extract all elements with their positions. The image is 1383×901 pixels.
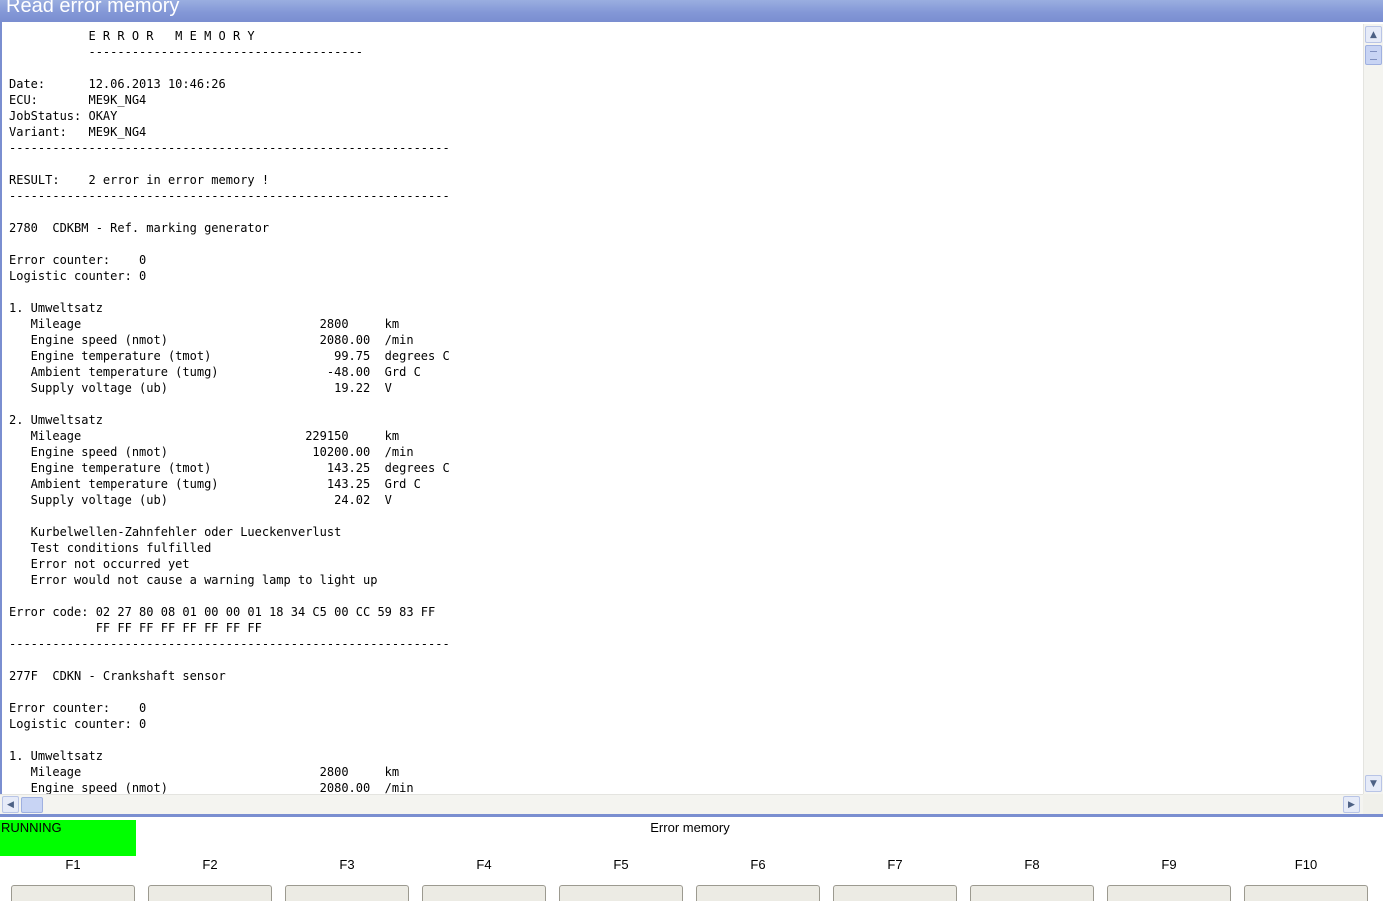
window-title-bar[interactable]: Read error memory (0, 0, 1383, 22)
function-button-f4[interactable] (422, 885, 546, 901)
function-key-label-f3: F3 (339, 857, 355, 872)
report-line (9, 684, 450, 700)
function-key-label-f9: F9 (1161, 857, 1177, 872)
report-line: ----------------------------------------… (9, 637, 450, 651)
report-line: ----------------------------------------… (9, 189, 450, 203)
report-line: Mileage 2800 km (9, 317, 400, 331)
scroll-left-icon[interactable]: ◀ (2, 796, 19, 813)
scrollbar-corner (1363, 794, 1383, 814)
report-line (9, 396, 450, 412)
vertical-scroll-thumb[interactable] (1365, 45, 1382, 65)
report-line: Supply voltage (ub) 19.22 V (9, 381, 392, 395)
report-line: Error counter: 0 (9, 253, 147, 267)
report-line: RESULT: 2 error in error memory ! (9, 173, 270, 187)
report-line: JobStatus: OKAY (9, 109, 118, 123)
report-line: Test conditions fulfilled (9, 541, 212, 555)
report-line: Logistic counter: 0 (9, 717, 147, 731)
report-line: 2780 CDKBM - Ref. marking generator (9, 221, 270, 235)
function-key-label-f1: F1 (65, 857, 81, 872)
report-line (9, 156, 450, 172)
report-line: ----------------------------------------… (9, 141, 450, 155)
function-key-label-f10: F10 (1294, 857, 1318, 872)
function-key-label-f2: F2 (202, 857, 218, 872)
report-line: Error counter: 0 (9, 701, 147, 715)
report-line: Date: 12.06.2013 10:46:26 (9, 77, 226, 91)
report-line: Kurbelwellen-Zahnfehler oder Lueckenverl… (9, 525, 342, 539)
function-key-label-f6: F6 (750, 857, 766, 872)
status-title: Error memory (650, 820, 730, 835)
horizontal-scroll-thumb[interactable] (21, 797, 43, 813)
report-line: Engine temperature (tmot) 143.25 degrees… (9, 461, 450, 475)
function-button-f6[interactable] (696, 885, 820, 901)
horizontal-scrollbar[interactable]: ◀ ▶ (0, 794, 1363, 814)
report-line: Engine temperature (tmot) 99.75 degrees … (9, 349, 450, 363)
report-view[interactable]: E R R O R M E M O R Y ------------------… (2, 24, 1363, 794)
status-panel: RUNNING Error memory F1 F2 F3 F4 F5 F6 F7 F8 F9 F… (0, 817, 1383, 901)
report-line: Engine speed (nmot) 2080.00 /min (9, 333, 414, 347)
window-title: Read error memory (6, 0, 180, 17)
function-button-f10[interactable] (1244, 885, 1368, 901)
report-line: 2. Umweltsatz (9, 413, 103, 427)
report-line (9, 732, 450, 748)
function-button-f9[interactable] (1107, 885, 1231, 901)
report-line: Error not occurred yet (9, 557, 190, 571)
function-key-label-f8: F8 (1024, 857, 1040, 872)
report-line: Mileage 2800 km (9, 765, 400, 779)
scroll-up-icon[interactable]: ▲ (1365, 26, 1382, 43)
report-line (9, 508, 450, 524)
running-status-badge: RUNNING (0, 820, 136, 856)
report-line: FF FF FF FF FF FF FF FF (9, 621, 262, 635)
report-line: 1. Umweltsatz (9, 749, 103, 763)
report-line (9, 652, 450, 668)
report-line: Engine speed (nmot) 10200.00 /min (9, 445, 414, 459)
report-line: Ambient temperature (tumg) -48.00 Grd C (9, 365, 421, 379)
report-line: Mileage 229150 km (9, 429, 400, 443)
report-line: Ambient temperature (tumg) 143.25 Grd C (9, 477, 421, 491)
error-memory-report: E R R O R M E M O R Y ------------------… (9, 28, 450, 794)
function-button-f1[interactable] (11, 885, 135, 901)
report-line: Supply voltage (ub) 24.02 V (9, 493, 392, 507)
report-line: ECU: ME9K_NG4 (9, 93, 147, 107)
function-key-label-f5: F5 (613, 857, 629, 872)
function-button-f3[interactable] (285, 885, 409, 901)
report-line (9, 60, 450, 76)
report-line: 1. Umweltsatz (9, 301, 103, 315)
vertical-scrollbar[interactable]: ▲ ▼ (1363, 24, 1383, 794)
function-key-label-f4: F4 (476, 857, 492, 872)
function-key-label-f7: F7 (887, 857, 903, 872)
scroll-right-icon[interactable]: ▶ (1343, 796, 1360, 813)
function-button-f7[interactable] (833, 885, 957, 901)
report-line: -------------------------------------- (9, 45, 364, 59)
function-button-f8[interactable] (970, 885, 1094, 901)
report-line: Error would not cause a warning lamp to … (9, 573, 378, 587)
report-line: Error code: 02 27 80 08 01 00 00 01 18 3… (9, 605, 436, 619)
function-button-f2[interactable] (148, 885, 272, 901)
function-button-f5[interactable] (559, 885, 683, 901)
report-line: 277F CDKN - Crankshaft sensor (9, 669, 226, 683)
report-line: Engine speed (nmot) 2080.00 /min (9, 781, 414, 794)
report-line: E R R O R M E M O R Y (9, 29, 255, 43)
report-line (9, 204, 450, 220)
report-line (9, 236, 450, 252)
scroll-down-icon[interactable]: ▼ (1365, 775, 1382, 792)
report-line (9, 588, 450, 604)
report-line: Variant: ME9K_NG4 (9, 125, 147, 139)
report-line: Logistic counter: 0 (9, 269, 147, 283)
report-line (9, 284, 450, 300)
